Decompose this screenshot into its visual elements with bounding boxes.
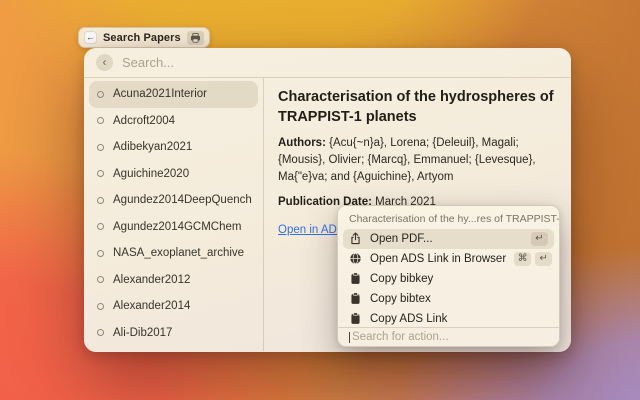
back-button[interactable]: ‹ xyxy=(96,54,113,71)
action-label: Copy ADS Link xyxy=(370,313,447,325)
chevron-left-icon: ‹ xyxy=(103,56,107,68)
list-item[interactable]: Ali-Dib2017 xyxy=(89,320,258,347)
paper-key: Adcroft2004 xyxy=(113,115,175,127)
circle-bullet-icon xyxy=(97,91,104,98)
circle-bullet-icon xyxy=(97,170,104,177)
list-item[interactable]: Alexander2014 xyxy=(89,293,258,320)
paper-key: Agundez2014GCMChem xyxy=(113,221,242,233)
paper-key: Ali-Dib2017 xyxy=(113,327,172,339)
search-papers-pill[interactable]: ← Search Papers xyxy=(78,27,210,48)
list-item[interactable]: NASA_exoplanet_archive xyxy=(89,240,258,267)
clipboard-icon xyxy=(349,292,362,305)
circle-bullet-icon xyxy=(97,303,104,310)
paper-key: Agundez2014DeepQuench xyxy=(113,194,252,206)
paper-title: Characterisation of the hydrospheres of … xyxy=(278,87,557,128)
action-search-input[interactable]: Search for action... xyxy=(338,327,559,346)
list-item[interactable]: Agundez2014DeepQuench xyxy=(89,187,258,214)
list-item[interactable]: Adcroft2004 xyxy=(89,108,258,135)
circle-bullet-icon xyxy=(97,223,104,230)
shortcut-badges: ⌘↵ xyxy=(514,252,552,266)
circle-bullet-icon xyxy=(97,117,104,124)
return-key-icon: ↵ xyxy=(535,252,552,266)
circle-bullet-icon xyxy=(97,329,104,336)
action-menu-items: Open PDF...↵Open ADS Link in Browser⌘↵Co… xyxy=(338,227,559,327)
printer-icon xyxy=(187,31,204,45)
action-menu-item[interactable]: Open PDF... ↵ xyxy=(343,229,554,249)
paper-key: Aguichine2020 xyxy=(113,168,189,180)
list-item[interactable]: Adibekyan2021 xyxy=(89,134,258,161)
action-label: Copy bibkey xyxy=(370,273,433,285)
action-menu-item[interactable]: Copy bibtex xyxy=(343,289,554,309)
paper-list: Acuna2021Interior Adcroft2004 Adibekyan202… xyxy=(84,78,264,351)
clipboard-icon xyxy=(349,312,362,325)
list-item[interactable]: Alexander2012 xyxy=(89,267,258,294)
paper-key: Adibekyan2021 xyxy=(113,141,192,153)
circle-bullet-icon xyxy=(97,250,104,257)
action-menu-item[interactable]: Copy bibkey xyxy=(343,269,554,289)
open-in-ads-link[interactable]: Open in ADS xyxy=(278,224,344,236)
paper-key: Acuna2021Interior xyxy=(113,88,207,100)
shortcut-badges: ↵ xyxy=(531,232,548,246)
search-bar: ‹ xyxy=(84,48,571,78)
cmd-key-icon: ⌘ xyxy=(514,252,531,266)
action-menu: Characterisation of the hy...res of TRAP… xyxy=(337,205,560,347)
list-item[interactable]: Aguichine2020 xyxy=(89,161,258,188)
paper-authors: Authors: {Acu{~n}a}, Lorena; {Deleuil}, … xyxy=(278,135,557,187)
paper-key: Alexander2012 xyxy=(113,274,190,286)
action-menu-title: Characterisation of the hy...res of TRAP… xyxy=(338,206,559,227)
authors-label: Authors: xyxy=(278,137,326,149)
globe-icon xyxy=(349,252,362,265)
circle-bullet-icon xyxy=(97,197,104,204)
circle-bullet-icon xyxy=(97,276,104,283)
paper-key: NASA_exoplanet_archive xyxy=(113,247,244,259)
list-item[interactable]: Alibert2005 xyxy=(89,346,258,351)
action-label: Copy bibtex xyxy=(370,293,431,305)
list-item[interactable]: Acuna2021Interior xyxy=(89,81,258,108)
return-key-icon: ↵ xyxy=(531,232,548,246)
action-menu-item[interactable]: Copy ADS Link xyxy=(343,309,554,327)
back-arrow-icon: ← xyxy=(84,31,97,44)
clipboard-icon xyxy=(349,272,362,285)
action-label: Open ADS Link in Browser xyxy=(370,253,506,265)
action-menu-item[interactable]: Open ADS Link in Browser⌘↵ xyxy=(343,249,554,269)
search-input[interactable] xyxy=(122,55,559,70)
pill-label: Search Papers xyxy=(103,32,181,44)
action-search-placeholder: Search for action... xyxy=(352,331,449,343)
share-icon xyxy=(349,232,362,245)
text-caret xyxy=(349,332,350,343)
list-item[interactable]: Agundez2014GCMChem xyxy=(89,214,258,241)
circle-bullet-icon xyxy=(97,144,104,151)
paper-key: Alexander2014 xyxy=(113,300,190,312)
action-label: Open PDF... xyxy=(370,233,433,245)
